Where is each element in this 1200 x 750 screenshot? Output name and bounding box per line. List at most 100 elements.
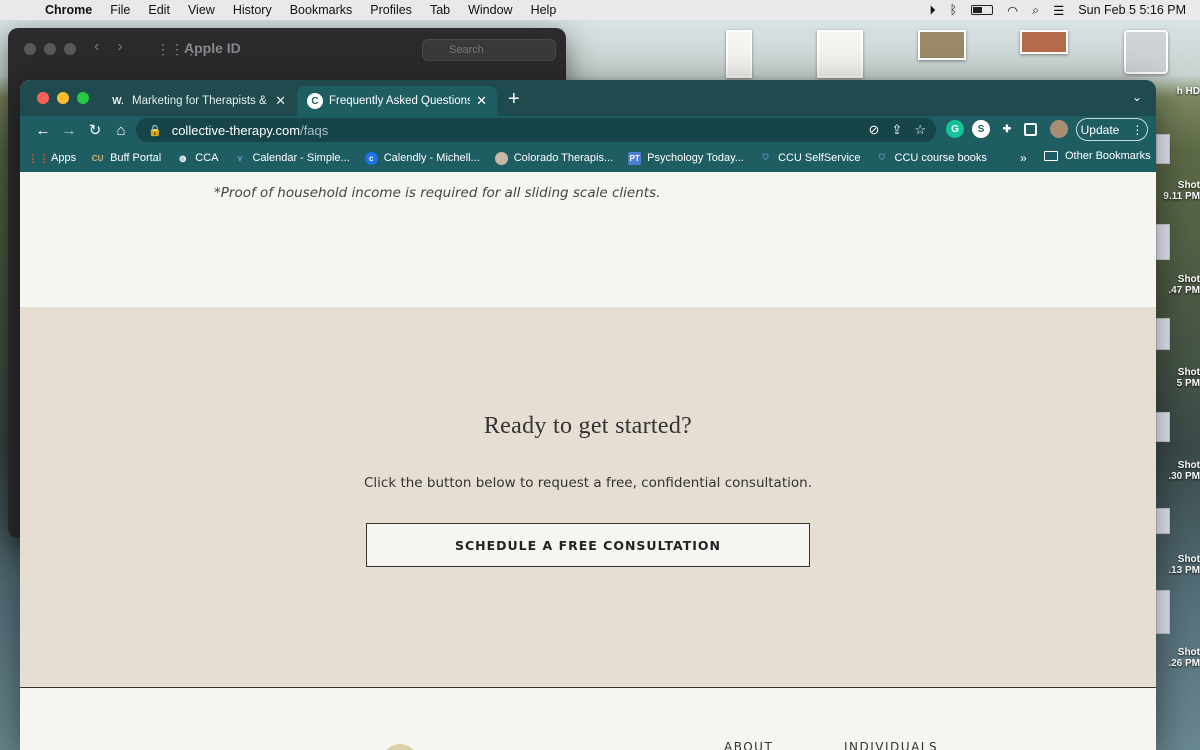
- desktop-file-label[interactable]: Shot .30 PM: [1156, 460, 1200, 482]
- menu-history[interactable]: History: [224, 3, 281, 17]
- footer-link-about[interactable]: ABOUT: [724, 740, 773, 750]
- desktop-file-thumbnail[interactable]: [1020, 30, 1068, 54]
- tab-marketing[interactable]: W. Marketing for Therapists & Cou ✕: [100, 86, 296, 116]
- bookmark-label: Apps: [51, 152, 77, 164]
- profile-avatar[interactable]: [1050, 120, 1068, 138]
- bookmark-cca[interactable]: ◍ CCA: [176, 152, 218, 165]
- proof-of-income-note: *Proof of household income is required f…: [214, 185, 661, 201]
- chrome-window[interactable]: W. Marketing for Therapists & Cou ✕ C Fr…: [20, 80, 1156, 750]
- side-panel-icon[interactable]: [1024, 123, 1037, 136]
- bookmark-colorado-therapists[interactable]: Colorado Therapis...: [494, 151, 613, 165]
- menu-window[interactable]: Window: [459, 3, 521, 17]
- bookmark-label: Calendar - Simple...: [252, 152, 350, 164]
- menu-bar-clock[interactable]: Sun Feb 5 5:16 PM: [1078, 3, 1186, 17]
- bookmark-ccu-course-books[interactable]: ⛉ CCU course books: [876, 152, 987, 165]
- back-forward-icons[interactable]: ‹›: [94, 38, 141, 56]
- desktop-file-time: .26 PM: [1168, 658, 1200, 669]
- bookmark-apps[interactable]: ⋮⋮ Apps: [28, 152, 77, 165]
- desktop-file-label[interactable]: Shot .47 PM: [1156, 274, 1200, 296]
- window-controls[interactable]: [24, 43, 76, 55]
- desktop-file-name: Shot: [1177, 274, 1200, 285]
- desktop-file-thumbnail[interactable]: [1156, 134, 1170, 164]
- menu-view[interactable]: View: [179, 3, 224, 17]
- battery-icon[interactable]: [971, 5, 994, 15]
- window-controls[interactable]: [37, 92, 89, 104]
- home-icon[interactable]: ⌂: [108, 122, 134, 139]
- update-label: Update: [1080, 122, 1120, 137]
- desktop-file-time: 9.11 PM: [1163, 191, 1200, 202]
- bookmark-calendar-simple[interactable]: ⋎ Calendar - Simple...: [233, 152, 350, 165]
- bookmark-ccu-selfservice[interactable]: ⛉ CCU SelfService: [759, 152, 860, 165]
- play-icon[interactable]: ⏵: [929, 3, 935, 18]
- forward-arrow-icon[interactable]: →: [56, 122, 82, 139]
- desktop-file-thumbnail[interactable]: [1156, 508, 1170, 534]
- menu-edit[interactable]: Edit: [139, 3, 179, 17]
- kebab-menu-icon[interactable]: ⋮: [1131, 123, 1143, 137]
- menu-file[interactable]: File: [101, 3, 139, 17]
- bookmark-star-icon[interactable]: ☆: [914, 122, 926, 138]
- minimize-dot[interactable]: [44, 43, 56, 55]
- menu-help[interactable]: Help: [522, 3, 566, 17]
- other-bookmarks-label: Other Bookmarks: [1065, 150, 1151, 162]
- hard-drive-icon[interactable]: [1124, 30, 1168, 74]
- grammarly-extension-icon[interactable]: G: [946, 120, 964, 138]
- search-field[interactable]: Search: [422, 39, 556, 61]
- desktop-drive-label[interactable]: h HD: [1156, 86, 1200, 97]
- puzzle-extensions-icon[interactable]: ✚: [998, 120, 1016, 138]
- zoom-dot[interactable]: [64, 43, 76, 55]
- reload-icon[interactable]: ↻: [82, 121, 108, 139]
- butterfly-icon: ⋎: [237, 153, 243, 163]
- desktop-file-label[interactable]: Shot 9.11 PM: [1156, 180, 1200, 202]
- desktop-file-thumbnail[interactable]: [1156, 412, 1170, 442]
- update-button[interactable]: Update ⋮: [1076, 118, 1148, 141]
- menu-profiles[interactable]: Profiles: [361, 3, 421, 17]
- menu-tab[interactable]: Tab: [421, 3, 459, 17]
- zoom-button[interactable]: [77, 92, 89, 104]
- footer-logo[interactable]: [382, 744, 418, 750]
- desktop-file-thumbnail[interactable]: [918, 30, 966, 60]
- bookmark-buff-portal[interactable]: CU Buff Portal: [91, 152, 161, 165]
- bluetooth-icon[interactable]: ᛒ: [950, 3, 958, 17]
- spotlight-search-icon[interactable]: ⌕: [1032, 3, 1039, 18]
- desktop-file-thumbnail[interactable]: [1156, 318, 1170, 350]
- folder-icon: [1044, 151, 1058, 161]
- tab-search-chevron-icon[interactable]: ⌄: [1132, 90, 1142, 104]
- desktop-file-time: .47 PM: [1168, 285, 1200, 296]
- address-bar[interactable]: 🔒 collective-therapy.com/faqs ⊘ ⇪ ☆: [136, 118, 936, 142]
- shield-icon: ⛉: [762, 153, 769, 162]
- tab-close-icon[interactable]: ✕: [476, 93, 487, 109]
- menu-app-name[interactable]: Chrome: [36, 3, 101, 17]
- wifi-icon[interactable]: ◠: [1007, 3, 1018, 18]
- desktop-file-thumbnail[interactable]: [1156, 224, 1170, 260]
- footer-link-individuals[interactable]: INDIVIDUALS: [844, 740, 938, 750]
- control-center-icon[interactable]: ☰: [1053, 3, 1064, 18]
- eye-slash-icon[interactable]: ⊘: [869, 122, 880, 138]
- close-dot[interactable]: [24, 43, 36, 55]
- schedule-consultation-button[interactable]: SCHEDULE A FREE CONSULTATION: [366, 523, 810, 567]
- tab-close-icon[interactable]: ✕: [275, 93, 286, 109]
- s-extension-icon[interactable]: S: [972, 120, 990, 138]
- desktop-file-label[interactable]: Shot .13 PM: [1156, 554, 1200, 576]
- brain-icon: [494, 151, 508, 165]
- shield-icon: ⛉: [879, 153, 886, 162]
- other-bookmarks[interactable]: Other Bookmarks: [1044, 150, 1151, 162]
- desktop-file-thumbnail[interactable]: [1156, 590, 1170, 634]
- desktop-file-label[interactable]: Shot .26 PM: [1156, 647, 1200, 669]
- minimize-button[interactable]: [57, 92, 69, 104]
- menu-bookmarks[interactable]: Bookmarks: [281, 3, 362, 17]
- desktop-file-label[interactable]: Shot 5 PM: [1156, 367, 1200, 389]
- desktop-file-thumbnail[interactable]: [817, 30, 863, 78]
- desktop-file-name: Shot: [1177, 367, 1200, 378]
- back-arrow-icon[interactable]: ←: [30, 122, 56, 139]
- tab-faqs-active[interactable]: C Frequently Asked Questions ab ✕: [297, 86, 497, 116]
- bookmark-calendly[interactable]: c Calendly - Michell...: [364, 151, 480, 165]
- more-bookmarks-chevron-icon[interactable]: »: [1020, 151, 1027, 165]
- desktop-file-thumbnail[interactable]: [726, 30, 752, 78]
- bookmark-label: Psychology Today...: [647, 152, 744, 164]
- bookmark-psychology-today[interactable]: PT Psychology Today...: [628, 151, 744, 165]
- new-tab-icon[interactable]: +: [508, 88, 520, 111]
- desktop-file-time: 5 PM: [1176, 378, 1200, 389]
- lock-icon[interactable]: 🔒: [148, 124, 162, 137]
- share-icon[interactable]: ⇪: [891, 122, 902, 138]
- close-button[interactable]: [37, 92, 49, 104]
